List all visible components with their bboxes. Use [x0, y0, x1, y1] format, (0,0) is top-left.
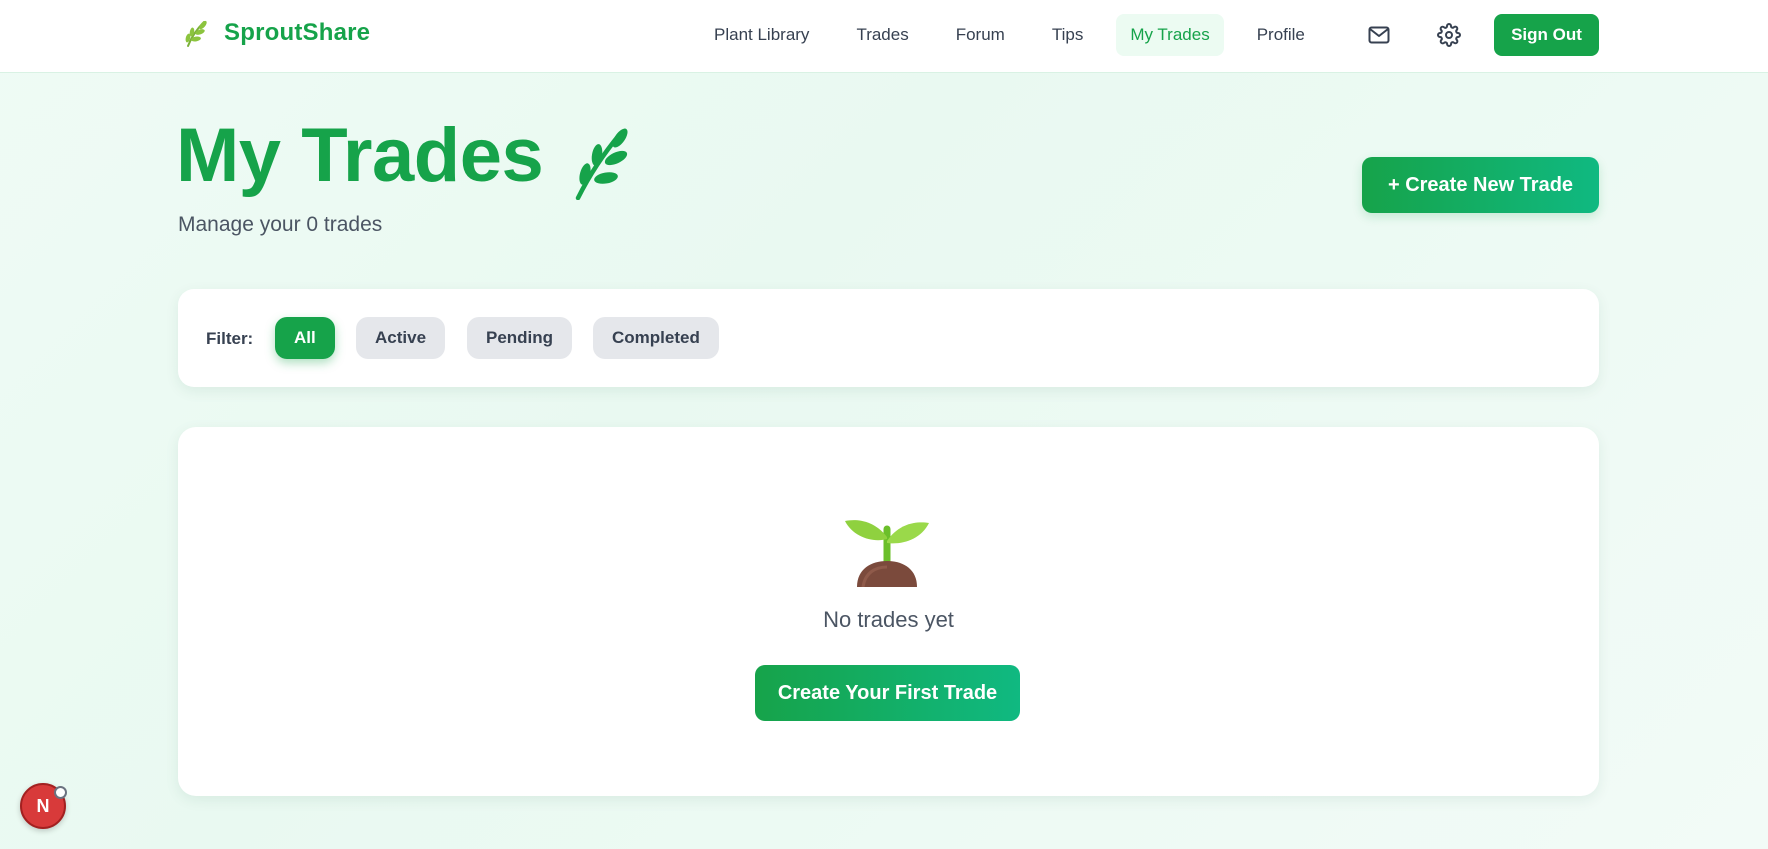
brand-logo[interactable]: SproutShare: [182, 18, 370, 48]
empty-state-card: No trades yet Create Your First Trade: [178, 427, 1599, 796]
filter-chip-all[interactable]: All: [275, 317, 335, 359]
nav-link-plant-library[interactable]: Plant Library: [700, 14, 823, 56]
messages-button[interactable]: [1360, 16, 1398, 54]
top-nav: SproutShare Plant Library Trades Forum T…: [0, 0, 1768, 73]
nav-link-tips[interactable]: Tips: [1038, 14, 1098, 56]
nav-link-forum[interactable]: Forum: [942, 14, 1019, 56]
nav-links: Plant Library Trades Forum Tips My Trade…: [700, 14, 1338, 56]
nav-link-profile[interactable]: Profile: [1243, 14, 1319, 56]
nav-link-my-trades[interactable]: My Trades: [1116, 14, 1224, 56]
filter-bar: Filter: All Active Pending Completed: [178, 289, 1599, 387]
filter-chip-pending[interactable]: Pending: [467, 317, 573, 359]
filter-chip-active[interactable]: Active: [356, 317, 446, 359]
dev-tools-badge[interactable]: N: [20, 783, 67, 829]
herb-icon: [575, 128, 628, 200]
notification-dot: [54, 786, 67, 799]
dev-badge-label: N: [36, 795, 50, 816]
brand-name: SproutShare: [224, 19, 371, 46]
page-subtitle: Manage your 0 trades: [178, 213, 383, 236]
empty-state-message: No trades yet: [823, 607, 954, 632]
sign-out-button[interactable]: Sign Out: [1494, 14, 1599, 56]
filter-chip-completed[interactable]: Completed: [593, 317, 719, 359]
filter-label: Filter:: [206, 329, 254, 348]
seedling-icon: [845, 520, 929, 587]
settings-button[interactable]: [1430, 16, 1468, 54]
mail-icon: [1368, 26, 1390, 44]
create-first-trade-button[interactable]: Create Your First Trade: [755, 665, 1020, 721]
create-new-trade-button[interactable]: + Create New Trade: [1362, 157, 1599, 213]
nav-link-trades[interactable]: Trades: [842, 14, 922, 56]
herb-icon: [185, 20, 207, 47]
gear-icon: [1437, 23, 1461, 47]
page-title: My Trades: [176, 113, 544, 198]
